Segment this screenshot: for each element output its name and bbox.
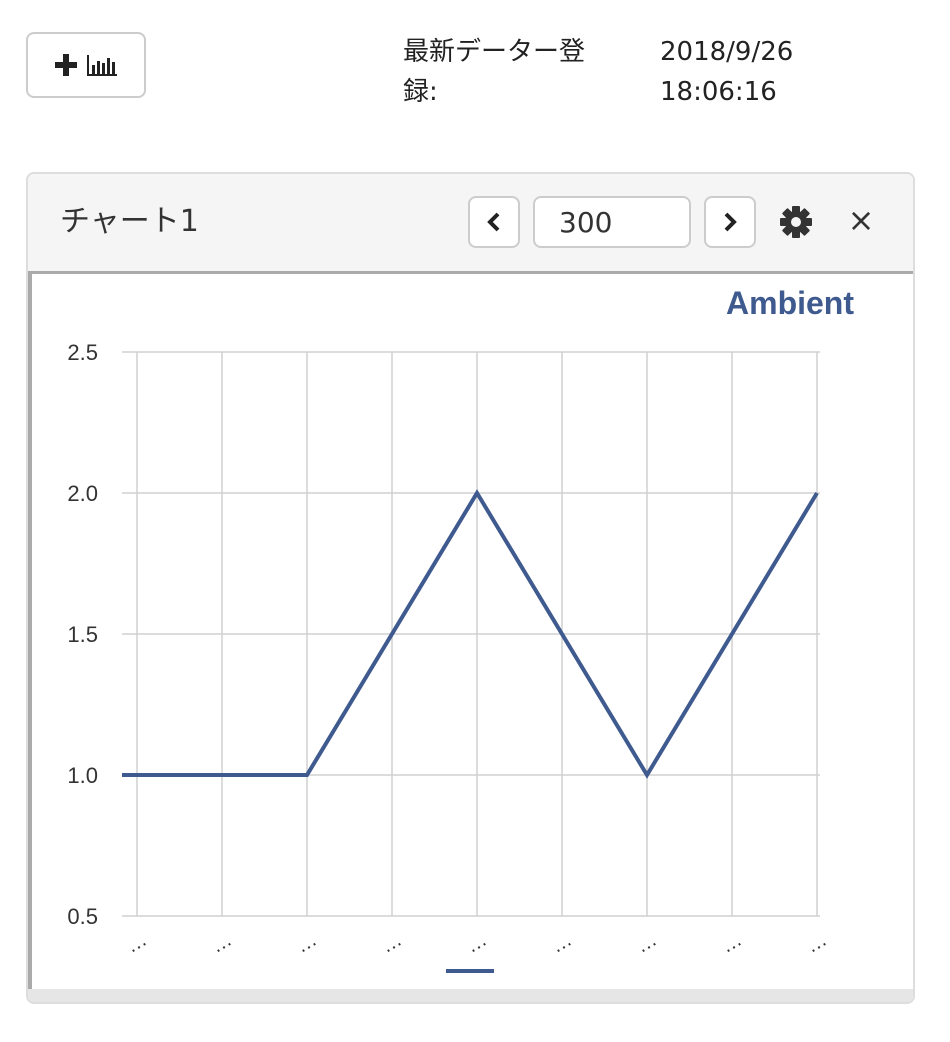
add-chart-button[interactable] — [26, 32, 146, 98]
latest-data-time: 18:06:16 — [660, 77, 777, 107]
x-tick-label: … — [547, 929, 575, 958]
gear-icon[interactable] — [776, 202, 816, 242]
x-tick-label: … — [122, 929, 150, 958]
x-tick-label: … — [292, 929, 320, 958]
close-button[interactable]: × — [846, 200, 876, 240]
x-tick-label: … — [632, 929, 660, 958]
chart-title: チャート1 — [60, 204, 199, 239]
chevron-left-icon — [487, 212, 500, 232]
prev-button[interactable] — [468, 196, 520, 248]
chevron-right-icon — [724, 212, 737, 232]
plus-icon — [55, 54, 77, 76]
x-tick-label: … — [802, 929, 830, 958]
chart-area: 0.5 1.0 1.5 2.0 2.5 … … … … … … … … … Ambient — [28, 274, 913, 989]
y-tick-label: 2.5 — [67, 340, 98, 365]
chart-series-title: Ambient — [726, 285, 854, 321]
y-tick-label: 0.5 — [67, 904, 98, 929]
bar-chart-icon — [87, 55, 117, 76]
y-tick-label: 1.0 — [67, 763, 98, 788]
latest-data-label: 最新データー登録: — [403, 37, 586, 107]
line-chart: 0.5 1.0 1.5 2.0 2.5 … … … … … … … … … Ambient — [67, 285, 854, 973]
x-tick-label: … — [717, 929, 745, 958]
chart-footer-bar — [28, 989, 913, 1002]
chart-panel: チャート1 × — [26, 172, 915, 1004]
y-tick-label: 1.5 — [67, 622, 98, 647]
x-tick-label: … — [207, 929, 235, 958]
data-count-input[interactable] — [533, 196, 691, 248]
latest-data-date: 2018/9/26 — [660, 37, 794, 67]
y-tick-label: 2.0 — [67, 481, 98, 506]
chart-panel-header: チャート1 × — [28, 174, 913, 274]
next-button[interactable] — [704, 196, 756, 248]
x-tick-label: … — [377, 929, 405, 958]
x-tick-label: … — [462, 929, 490, 958]
